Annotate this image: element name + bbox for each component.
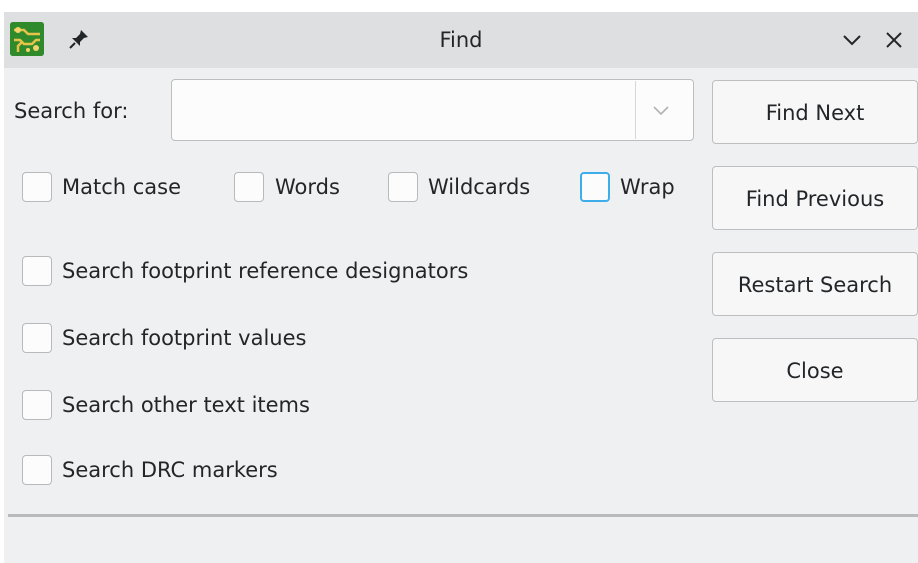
wrap-label: Wrap — [620, 175, 675, 199]
minimize-chevron-down-icon[interactable] — [838, 26, 866, 54]
match-case-label: Match case — [62, 175, 182, 199]
find-next-button[interactable]: Find Next — [712, 80, 918, 144]
match-case-checkbox[interactable] — [22, 172, 52, 202]
search-footprint-values-checkbox[interactable] — [22, 323, 52, 353]
window-title: Find — [439, 28, 483, 52]
search-ref-designators-checkbox[interactable] — [22, 256, 52, 286]
kicad-pcbnew-icon — [10, 22, 44, 56]
words-checkbox[interactable] — [234, 172, 264, 202]
chevron-down-icon[interactable] — [648, 98, 674, 124]
search-drc-markers-label: Search DRC markers — [62, 458, 278, 482]
wildcards-checkbox[interactable] — [388, 172, 418, 202]
search-other-text-checkbox[interactable] — [22, 390, 52, 420]
status-divider — [8, 514, 918, 517]
wrap-checkbox[interactable] — [580, 172, 610, 202]
find-dialog: Find Search for: Find Next Find Previous… — [4, 12, 918, 563]
search-footprint-values-label: Search footprint values — [62, 326, 307, 350]
search-input[interactable] — [174, 82, 630, 138]
wildcards-label: Wildcards — [428, 175, 531, 199]
find-previous-button[interactable]: Find Previous — [712, 166, 918, 230]
search-other-text-label: Search other text items — [62, 393, 310, 417]
pin-icon[interactable] — [68, 28, 90, 50]
search-for-label: Search for: — [14, 99, 129, 123]
search-combobox[interactable] — [171, 79, 694, 141]
combo-divider — [635, 81, 636, 139]
restart-search-button[interactable]: Restart Search — [712, 252, 918, 316]
search-drc-markers-checkbox[interactable] — [22, 455, 52, 485]
title-bar[interactable]: Find — [4, 12, 918, 68]
close-button[interactable]: Close — [712, 338, 918, 402]
words-label: Words — [275, 175, 340, 199]
search-ref-designators-label: Search footprint reference designators — [62, 259, 469, 283]
close-icon[interactable] — [880, 26, 908, 54]
